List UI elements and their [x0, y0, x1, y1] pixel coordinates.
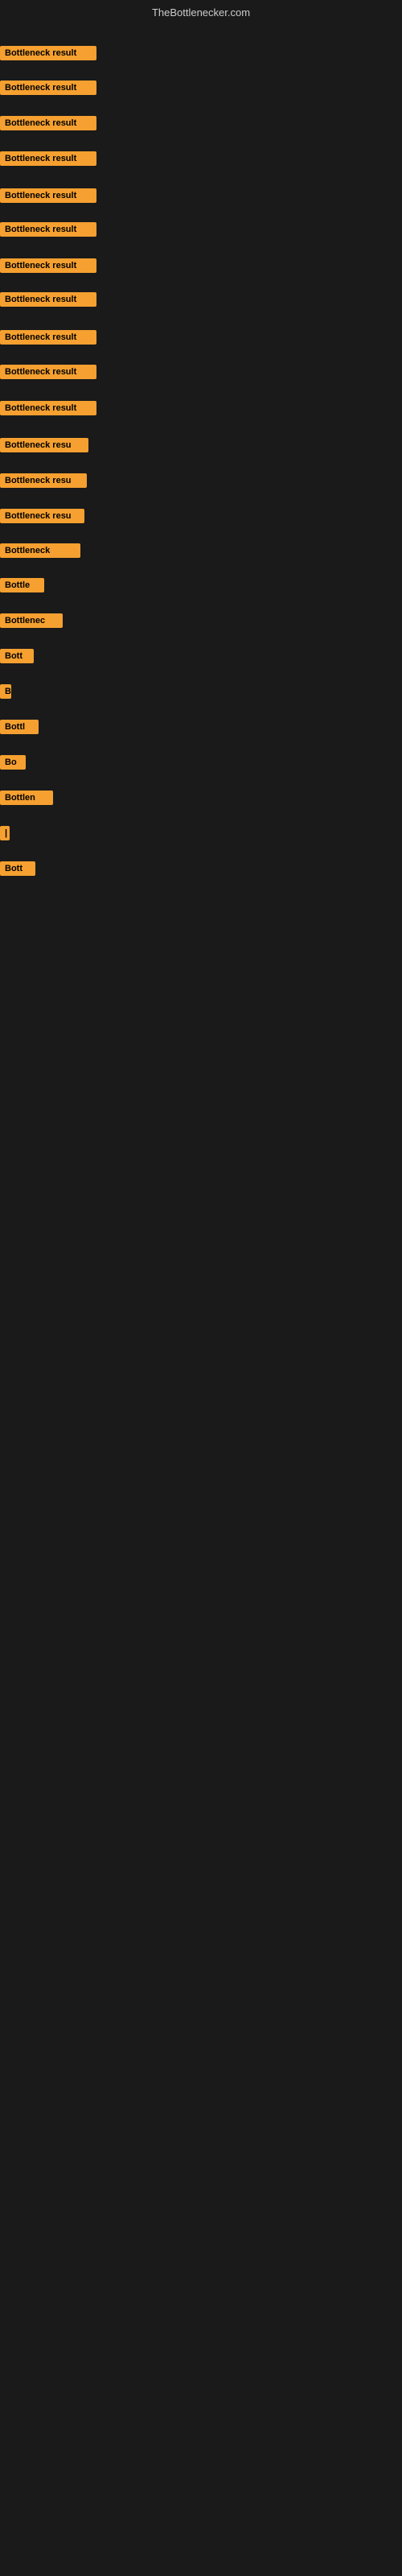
bottleneck-badge-8: Bottleneck result: [0, 292, 96, 307]
bottleneck-badge-23: |: [0, 826, 10, 840]
bottleneck-badge-21: Bo: [0, 755, 26, 770]
bottleneck-badge-4: Bottleneck result: [0, 151, 96, 166]
site-title: TheBottlenecker.com: [0, 6, 402, 19]
bottleneck-badge-12: Bottleneck resu: [0, 438, 88, 452]
bottleneck-badge-14: Bottleneck resu: [0, 509, 84, 523]
bottleneck-badge-5: Bottleneck result: [0, 188, 96, 203]
bottleneck-badge-19: B: [0, 684, 11, 699]
bottleneck-badge-20: Bottl: [0, 720, 39, 734]
bottleneck-badge-9: Bottleneck result: [0, 330, 96, 345]
bottleneck-badge-1: Bottleneck result: [0, 46, 96, 60]
bottleneck-badge-3: Bottleneck result: [0, 116, 96, 130]
bottleneck-badge-15: Bottleneck: [0, 543, 80, 558]
bottleneck-badge-7: Bottleneck result: [0, 258, 96, 273]
bottleneck-badge-24: Bott: [0, 861, 35, 876]
bottleneck-badge-11: Bottleneck result: [0, 401, 96, 415]
bottleneck-badge-10: Bottleneck result: [0, 365, 96, 379]
bottleneck-badge-17: Bottlenec: [0, 613, 63, 628]
bottleneck-badge-16: Bottle: [0, 578, 44, 592]
bottleneck-badge-2: Bottleneck result: [0, 80, 96, 95]
bottleneck-badge-22: Bottlen: [0, 791, 53, 805]
bottleneck-badge-18: Bott: [0, 649, 34, 663]
bottleneck-badge-13: Bottleneck resu: [0, 473, 87, 488]
bottleneck-badge-6: Bottleneck result: [0, 222, 96, 237]
